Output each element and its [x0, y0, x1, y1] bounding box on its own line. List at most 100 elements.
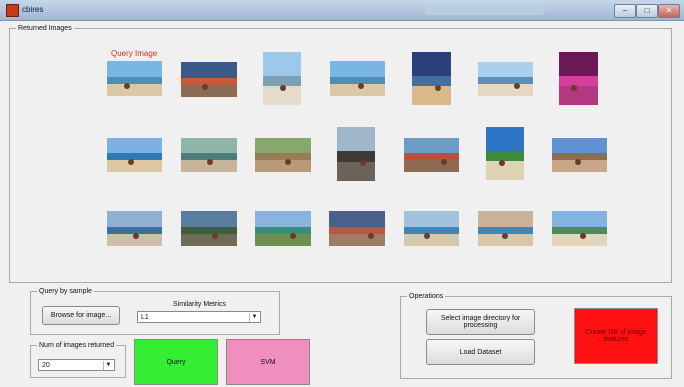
- thumb-figure: [423, 232, 430, 239]
- similarity-metrics-select[interactable]: L1 ▼: [137, 311, 261, 323]
- result-image[interactable]: [337, 127, 375, 181]
- result-image[interactable]: [181, 138, 237, 172]
- create-db-button[interactable]: Create DB of image features: [574, 308, 658, 364]
- thumb-sky: [552, 138, 607, 154]
- thumb-sky: [559, 52, 598, 76]
- thumb-figure: [440, 159, 447, 166]
- result-image[interactable]: [263, 52, 301, 105]
- thumb-figure: [574, 159, 581, 166]
- thumb-sea: [107, 153, 162, 161]
- close-icon[interactable]: ✕: [658, 4, 680, 18]
- thumb-sea: [337, 151, 375, 163]
- result-image[interactable]: [107, 211, 162, 246]
- thumb-figure: [498, 159, 505, 166]
- thumb-sand: [486, 161, 524, 180]
- thumb-sea: [552, 226, 607, 234]
- thumb-sky: [552, 211, 607, 227]
- thumb-figure: [358, 82, 365, 89]
- load-dataset-button[interactable]: Load Dataset: [426, 339, 535, 365]
- result-image[interactable]: [486, 127, 524, 180]
- operations-legend: Operations: [409, 293, 444, 300]
- thumb-sky: [181, 138, 237, 154]
- thumb-sand: [329, 233, 385, 246]
- chevron-down-icon[interactable]: ▼: [103, 361, 113, 370]
- thumb-figure: [201, 83, 208, 90]
- minimize-icon[interactable]: –: [614, 4, 636, 18]
- result-image[interactable]: [552, 211, 607, 246]
- thumb-sky: [181, 211, 237, 227]
- thumb-sand: [181, 233, 237, 246]
- thumb-sea: [329, 226, 385, 234]
- thumb-sea: [478, 77, 533, 85]
- thumb-figure: [513, 83, 520, 90]
- thumb-sea: [107, 76, 162, 84]
- thumb-figure: [501, 232, 508, 239]
- result-image[interactable]: [255, 138, 311, 172]
- thumb-figure: [123, 82, 130, 89]
- window-title: cbires: [22, 5, 44, 14]
- thumb-sea: [404, 153, 459, 161]
- thumb-sea: [255, 153, 311, 161]
- thumb-figure: [367, 232, 374, 239]
- thumb-sand: [559, 86, 598, 105]
- thumb-sky: [486, 127, 524, 151]
- thumb-figure: [579, 232, 586, 239]
- similarity-metrics-value: L1: [141, 314, 149, 321]
- svm-button[interactable]: SVM: [226, 339, 310, 385]
- thumb-sand: [404, 233, 459, 246]
- thumb-sand: [337, 162, 375, 181]
- result-image[interactable]: [404, 211, 459, 246]
- result-image[interactable]: [255, 211, 311, 246]
- result-image[interactable]: [330, 61, 385, 96]
- thumb-figure: [284, 159, 291, 166]
- thumb-figure: [289, 232, 296, 239]
- thumb-sea: [404, 226, 459, 234]
- thumb-sea: [559, 75, 598, 87]
- thumb-sea: [330, 76, 385, 84]
- thumb-sky: [107, 61, 162, 77]
- thumb-sand: [404, 160, 459, 172]
- thumb-sea: [181, 77, 237, 85]
- select-directory-button[interactable]: Select image directory for processing: [426, 309, 535, 335]
- thumb-sky: [404, 211, 459, 227]
- thumb-sea: [486, 150, 524, 162]
- thumb-sky: [255, 211, 311, 227]
- thumb-sky: [412, 52, 451, 76]
- result-image[interactable]: [404, 138, 459, 172]
- thumb-sky: [478, 211, 533, 227]
- thumb-sea: [255, 226, 311, 234]
- thumb-sand: [107, 83, 162, 96]
- thumb-figure: [279, 84, 286, 91]
- result-image[interactable]: [478, 211, 533, 246]
- thumb-sky: [404, 138, 459, 154]
- query-button[interactable]: Query: [134, 339, 218, 385]
- maximize-icon[interactable]: □: [636, 4, 658, 18]
- result-image[interactable]: [107, 138, 162, 172]
- thumb-sky: [329, 211, 385, 227]
- thumb-sand: [478, 84, 533, 96]
- thumb-figure: [211, 232, 218, 239]
- query-image-label: Query Image: [111, 49, 158, 58]
- thumb-sand: [255, 233, 311, 246]
- app-icon: [6, 4, 19, 17]
- thumb-sky: [478, 62, 533, 78]
- thumb-figure: [206, 159, 213, 166]
- browse-image-button[interactable]: Browse for image...: [42, 306, 120, 325]
- chevron-down-icon[interactable]: ▼: [249, 313, 259, 322]
- query-image-thumbnail[interactable]: [107, 61, 162, 96]
- thumb-sky: [330, 61, 385, 77]
- result-image[interactable]: [181, 62, 237, 97]
- thumb-sky: [337, 127, 375, 152]
- result-image[interactable]: [412, 52, 451, 105]
- thumb-sky: [107, 138, 162, 154]
- num-images-select[interactable]: 20 ▼: [38, 359, 115, 371]
- thumb-sea: [181, 226, 237, 234]
- result-image[interactable]: [478, 62, 533, 96]
- result-image[interactable]: [559, 52, 598, 105]
- result-image[interactable]: [329, 211, 385, 246]
- thumb-sky: [107, 211, 162, 227]
- num-images-legend: Num of images returned: [39, 342, 115, 349]
- result-image[interactable]: [181, 211, 237, 246]
- thumb-sky: [181, 62, 237, 78]
- result-image[interactable]: [552, 138, 607, 172]
